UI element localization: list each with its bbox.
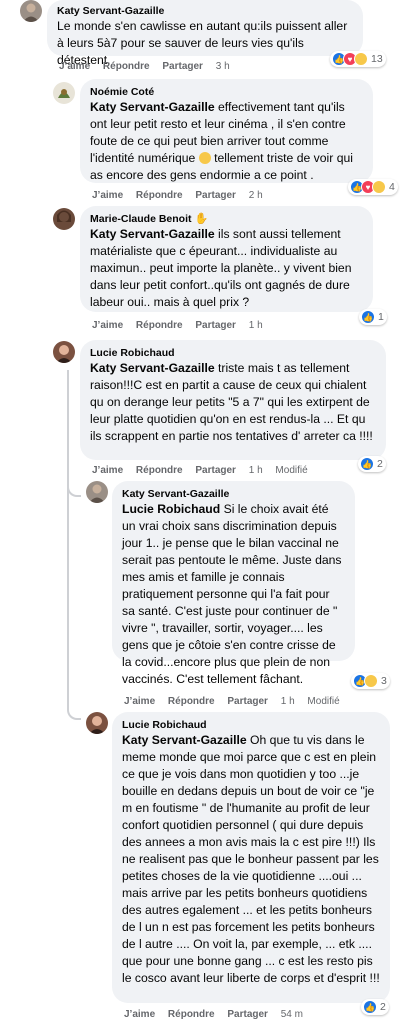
comment-text: Katy Servant-Gazaille ils sont aussi tel… xyxy=(90,227,352,309)
haha-reaction-icon xyxy=(364,674,378,688)
thread-connector xyxy=(67,470,81,497)
reply-button[interactable]: Répondre xyxy=(136,320,183,331)
comment-time[interactable]: 54 m xyxy=(281,1009,303,1020)
mention-link[interactable]: Katy Servant-Gazaille xyxy=(90,100,215,114)
reaction-count: 13 xyxy=(371,53,383,65)
comment-actions: J’aime Répondre Partager 1 h xyxy=(92,320,273,331)
comment-bubble: Katy Servant-Gazaille Lucie Robichaud Si… xyxy=(112,481,355,686)
mention-link[interactable]: Lucie Robichaud xyxy=(122,502,220,516)
avatar[interactable] xyxy=(53,82,75,104)
comment-text: Katy Servant-Gazaille effectivement tant… xyxy=(90,100,353,182)
reaction-count: 1 xyxy=(378,311,384,323)
comment-text: Katy Servant-Gazaille Oh que tu vis dans… xyxy=(122,733,380,985)
like-button[interactable]: J’aime xyxy=(59,61,90,72)
comment-author[interactable]: Noémie Coté xyxy=(90,85,363,99)
comment-time[interactable]: 1 h xyxy=(249,465,263,476)
like-button[interactable]: J’aime xyxy=(124,696,155,707)
comment-actions: J’aime Répondre Partager 2 h xyxy=(92,190,273,201)
comment-author[interactable]: Lucie Robichaud xyxy=(90,346,376,360)
avatar[interactable] xyxy=(20,0,42,22)
like-button[interactable]: J’aime xyxy=(92,320,123,331)
comment-time[interactable]: 1 h xyxy=(249,320,263,331)
avatar[interactable] xyxy=(86,481,108,503)
reaction-count: 2 xyxy=(380,1001,386,1013)
reaction-summary[interactable]: 👍 ♥ 13 xyxy=(330,51,386,67)
comment-author[interactable]: Katy Servant-Gazaille xyxy=(122,487,345,501)
sad-reaction-icon xyxy=(354,52,368,66)
raised-hand-icon: ✋ xyxy=(194,213,209,225)
comment-actions: J’aime Répondre Partager 1 h Modifié xyxy=(92,465,318,476)
comment-bubble: Marie-Claude Benoit ✋ Katy Servant-Gazai… xyxy=(80,206,373,312)
comment-time[interactable]: 2 h xyxy=(249,190,263,201)
share-button[interactable]: Partager xyxy=(195,190,236,201)
reaction-count: 2 xyxy=(377,458,383,470)
haha-reaction-icon xyxy=(372,180,386,194)
like-reaction-icon: 👍 xyxy=(361,310,375,324)
comment-actions: J’aime Répondre Partager 1 h Modifié xyxy=(124,696,350,707)
comment-author[interactable]: Katy Servant-Gazaille xyxy=(57,4,353,18)
like-button[interactable]: J’aime xyxy=(92,190,123,201)
like-reaction-icon: 👍 xyxy=(363,1000,377,1014)
edited-label[interactable]: Modifié xyxy=(275,465,307,476)
mention-link[interactable]: Katy Servant-Gazaille xyxy=(90,361,215,375)
comment-bubble: Lucie Robichaud Katy Servant-Gazaille tr… xyxy=(80,340,386,460)
reaction-summary[interactable]: 👍 2 xyxy=(361,999,389,1015)
share-button[interactable]: Partager xyxy=(195,320,236,331)
reply-button[interactable]: Répondre xyxy=(136,465,183,476)
comment-bubble: Noémie Coté Katy Servant-Gazaille effect… xyxy=(80,79,373,183)
like-button[interactable]: J’aime xyxy=(92,465,123,476)
comment-bubble: Lucie Robichaud Katy Servant-Gazaille Oh… xyxy=(112,712,390,1003)
reply-button[interactable]: Répondre xyxy=(103,61,150,72)
reply-button[interactable]: Répondre xyxy=(168,696,215,707)
thread-line xyxy=(67,370,69,700)
reply-button[interactable]: Répondre xyxy=(136,190,183,201)
like-button[interactable]: J’aime xyxy=(124,1009,155,1020)
share-button[interactable]: Partager xyxy=(195,465,236,476)
mention-link[interactable]: Katy Servant-Gazaille xyxy=(122,733,247,747)
share-button[interactable]: Partager xyxy=(227,1009,268,1020)
comment-author[interactable]: Lucie Robichaud xyxy=(122,718,380,732)
avatar[interactable] xyxy=(53,208,75,230)
mention-link[interactable]: Katy Servant-Gazaille xyxy=(90,227,215,241)
comment-actions: J’aime Répondre Partager 54 m xyxy=(124,1009,313,1020)
avatar[interactable] xyxy=(53,341,75,363)
reply-button[interactable]: Répondre xyxy=(168,1009,215,1020)
reaction-summary[interactable]: 👍 2 xyxy=(358,456,386,472)
edited-label[interactable]: Modifié xyxy=(307,696,339,707)
comment-text: Katy Servant-Gazaille triste mais t as t… xyxy=(90,361,373,443)
reaction-summary[interactable]: 👍 ♥ 4 xyxy=(348,179,398,195)
comment-time[interactable]: 1 h xyxy=(281,696,295,707)
sad-face-emoji xyxy=(198,152,211,164)
reaction-count: 4 xyxy=(389,181,395,193)
avatar[interactable] xyxy=(86,712,108,734)
comment-time[interactable]: 3 h xyxy=(216,61,230,72)
share-button[interactable]: Partager xyxy=(162,61,203,72)
comment-text: Lucie Robichaud Si le choix avait été un… xyxy=(122,502,342,686)
comment-actions: J’aime Répondre Partager 3 h xyxy=(59,61,240,72)
share-button[interactable]: Partager xyxy=(227,696,268,707)
reaction-summary[interactable]: 👍 1 xyxy=(359,309,387,325)
reaction-summary[interactable]: 👍 3 xyxy=(351,673,390,689)
comment-author: Marie-Claude Benoit ✋ xyxy=(90,213,209,225)
like-reaction-icon: 👍 xyxy=(360,457,374,471)
comment-bubble: Katy Servant-Gazaille Le monde s'en cawl… xyxy=(47,0,363,67)
thread-connector xyxy=(67,698,81,720)
reaction-count: 3 xyxy=(381,675,387,687)
